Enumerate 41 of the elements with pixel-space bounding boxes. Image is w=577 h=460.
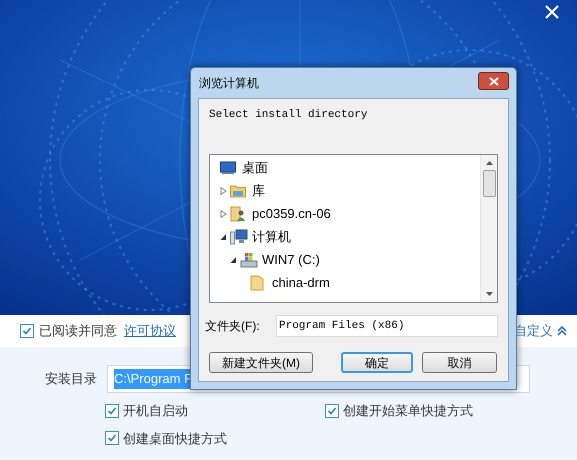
dialog-title: 浏览计算机 — [198, 75, 259, 92]
double-chevron-up-icon[interactable] — [557, 325, 567, 337]
folder-icon — [250, 274, 264, 290]
option-label: 创建桌面快捷方式 — [123, 430, 227, 448]
expanded-triangle-icon[interactable] — [230, 256, 237, 264]
dialog-button[interactable]: 取消 — [422, 352, 497, 373]
agreement-text: 已阅读并同意 — [39, 322, 117, 340]
collapsed-triangle-icon[interactable] — [220, 210, 227, 218]
scrollbar[interactable] — [480, 155, 497, 302]
expanded-triangle-icon[interactable] — [220, 232, 227, 240]
tree-item[interactable]: china-drm — [270, 272, 332, 292]
option-label: 开机自启动 — [123, 402, 188, 420]
drive-icon — [240, 252, 258, 268]
tree-item[interactable]: 计算机 — [250, 226, 293, 246]
close-icon[interactable] — [545, 5, 559, 19]
close-icon — [488, 76, 498, 86]
tree-item[interactable]: 库 — [250, 180, 267, 200]
dialog-button[interactable]: 确定 — [341, 352, 413, 373]
dialog-prompt: Select install directory — [209, 108, 368, 123]
folder-label: 文件夹(F): — [205, 318, 261, 335]
computer-icon — [230, 228, 248, 244]
folder-icon — [230, 184, 246, 198]
checkbox[interactable] — [20, 324, 34, 338]
tree-item[interactable]: 桌面 — [240, 158, 270, 178]
close-button[interactable] — [478, 72, 509, 90]
tree-item[interactable]: pc0359.cn-06 — [250, 204, 333, 224]
checkbox[interactable] — [325, 404, 339, 418]
scroll-down-icon[interactable] — [486, 292, 492, 296]
dialog-button[interactable]: 新建文件夹(M) — [209, 352, 313, 373]
tree-item[interactable]: WIN7 (C:) — [260, 250, 322, 270]
checkbox[interactable] — [105, 431, 119, 446]
scroll-up-icon[interactable] — [486, 161, 492, 165]
install-dir-label: 安装目录 — [45, 370, 97, 388]
license-link[interactable]: 许可协议 — [124, 321, 176, 341]
user-folder-icon — [230, 206, 246, 222]
checkbox[interactable] — [105, 404, 119, 418]
folder-field[interactable]: Program Files (x86) — [276, 315, 498, 337]
scroll-thumb[interactable] — [482, 170, 496, 197]
monitor-icon — [220, 160, 236, 174]
collapsed-triangle-icon[interactable] — [220, 186, 227, 194]
option-label: 创建开始菜单快捷方式 — [343, 402, 473, 420]
